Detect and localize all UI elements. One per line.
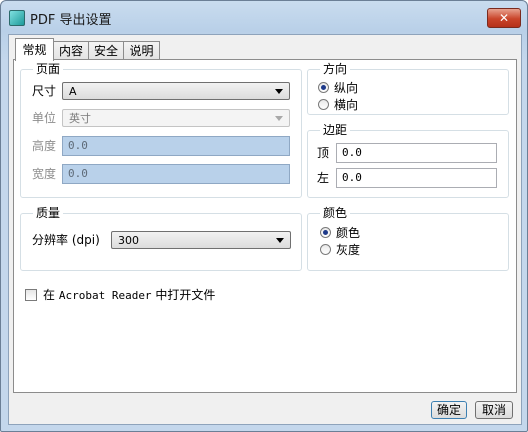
color-radio[interactable]: 颜色 (320, 225, 400, 241)
left-margin-label: 左 (317, 171, 330, 185)
cancel-button[interactable]: 取消 (475, 401, 513, 419)
resolution-select-value: 300 (118, 234, 139, 247)
color-group: 颜色 颜色 灰度 (307, 205, 509, 271)
open-in-reader-suffix: 中打开文件 (155, 288, 216, 302)
title-bar[interactable]: PDF 导出设置 ✕ (1, 1, 527, 37)
size-select[interactable]: A (62, 82, 290, 100)
top-margin-label: 顶 (317, 146, 330, 160)
orientation-group: 方向 纵向 横向 (307, 61, 509, 115)
resolution-select[interactable]: 300 (111, 231, 291, 249)
close-button[interactable]: ✕ (487, 8, 521, 28)
margin-group-label: 边距 (320, 122, 351, 138)
open-in-reader-prefix: 在 (43, 288, 56, 302)
open-in-reader-label[interactable]: 在 Acrobat Reader 中打开文件 (43, 287, 215, 304)
app-icon (9, 10, 25, 26)
page-group-label: 页面 (33, 61, 64, 77)
unit-label: 单位 (32, 111, 57, 125)
quality-group-label: 质量 (33, 205, 64, 221)
orientation-group-label: 方向 (320, 61, 351, 77)
grayscale-option-label: 灰度 (336, 243, 361, 257)
height-field[interactable]: 0.0 (62, 136, 290, 156)
width-field[interactable]: 0.0 (62, 164, 290, 184)
open-in-reader-checkbox[interactable] (25, 289, 37, 301)
tab-security[interactable]: 安全 (88, 41, 124, 60)
grayscale-radio[interactable]: 灰度 (320, 242, 400, 258)
top-margin-field[interactable]: 0.0 (336, 143, 497, 163)
left-margin-field[interactable]: 0.0 (336, 168, 497, 188)
height-label: 高度 (32, 139, 57, 153)
pdf-export-dialog: PDF 导出设置 ✕ 常规 内容 安全 说明 页面 尺寸 A 单位 英寸 高度 … (0, 0, 528, 432)
chevron-down-icon (275, 89, 283, 94)
dialog-body: 常规 内容 安全 说明 页面 尺寸 A 单位 英寸 高度 0.0 宽度 0.0 … (8, 34, 522, 425)
radio-icon (318, 99, 329, 110)
tab-general[interactable]: 常规 (15, 38, 54, 61)
color-option-label: 颜色 (336, 226, 361, 240)
tab-description[interactable]: 说明 (123, 41, 160, 60)
unit-select-value: 英寸 (69, 112, 91, 125)
radio-icon (320, 244, 331, 255)
size-label: 尺寸 (32, 84, 57, 98)
quality-group: 质量 分辨率 (dpi) 300 (20, 205, 302, 271)
unit-select[interactable]: 英寸 (62, 109, 290, 127)
chevron-down-icon (275, 116, 283, 121)
landscape-radio[interactable]: 横向 (318, 97, 398, 113)
window-title: PDF 导出设置 (30, 13, 112, 28)
width-label: 宽度 (32, 167, 57, 181)
color-group-label: 颜色 (320, 205, 351, 221)
margin-group: 边距 顶 0.0 左 0.0 (307, 122, 509, 198)
landscape-label: 横向 (334, 98, 359, 112)
general-tab-panel: 页面 尺寸 A 单位 英寸 高度 0.0 宽度 0.0 方向 纵向 横向 边距 … (13, 59, 517, 393)
size-select-value: A (69, 85, 77, 98)
radio-icon (318, 82, 329, 93)
chevron-down-icon (276, 238, 284, 243)
portrait-radio[interactable]: 纵向 (318, 80, 398, 96)
ok-button[interactable]: 确定 (431, 401, 467, 419)
page-group: 页面 尺寸 A 单位 英寸 高度 0.0 宽度 0.0 (20, 61, 302, 198)
tab-content[interactable]: 内容 (53, 41, 89, 60)
resolution-label: 分辨率 (dpi) (32, 233, 100, 247)
open-in-reader-app: Acrobat Reader (58, 289, 152, 302)
portrait-label: 纵向 (334, 81, 359, 95)
radio-icon (320, 227, 331, 238)
